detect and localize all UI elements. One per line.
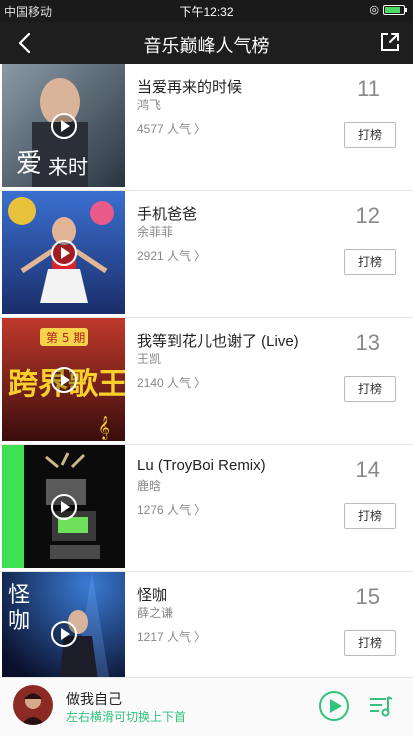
page-title: 音乐巅峰人气榜 — [143, 36, 270, 56]
popularity-count: 1276 人气 — [137, 503, 192, 517]
song-artist: 鹿晗 — [137, 479, 162, 493]
list-item[interactable]: Lu (TroyBoi Remix) 鹿晗 1276 人气〉 14 打榜 — [0, 445, 413, 572]
vote-button[interactable]: 打榜 — [344, 630, 396, 656]
share-icon[interactable] — [377, 29, 403, 55]
song-artist: 薛之谦 — [137, 606, 174, 620]
chevron-right-icon: 〉 — [194, 630, 207, 644]
song-title: 当爱再来的时候 — [137, 79, 243, 96]
rank-number: 14 — [355, 457, 380, 482]
battery-icon — [383, 4, 407, 15]
playlist-icon[interactable] — [367, 692, 395, 720]
rank-number: 13 — [355, 330, 380, 355]
svg-text:爱: 爱 — [16, 149, 42, 179]
list-item[interactable]: 爱 来时 当爱再来的时候 鸿飞 4577 人气〉 11 打榜 — [0, 64, 413, 191]
status-time: 下午12:32 — [179, 5, 234, 19]
lock-rotation-icon: ◎ — [369, 4, 379, 16]
list-item[interactable]: 手机爸爸 余菲菲 2921 人气〉 12 打榜 — [0, 191, 413, 318]
popularity-link[interactable]: 1276 人气〉 — [137, 501, 206, 518]
chart-list: 爱 来时 当爱再来的时候 鸿飞 4577 人气〉 11 打榜 手机爸爸 余菲菲 … — [0, 64, 413, 699]
now-playing-title: 做我自己 — [66, 691, 122, 707]
rank-number: 12 — [355, 203, 380, 228]
svg-text:怪: 怪 — [8, 583, 30, 608]
song-artist: 鸿飞 — [137, 98, 162, 112]
album-cover[interactable] — [2, 191, 125, 314]
rank-number: 11 — [357, 76, 380, 101]
song-title: 怪咖 — [137, 587, 168, 604]
album-cover[interactable]: 第 5 期 跨界歌王 𝄞 — [2, 318, 125, 441]
album-cover[interactable] — [2, 445, 125, 568]
popularity-link[interactable]: 2140 人气〉 — [137, 374, 206, 391]
status-bar: 中国移动 下午12:32 ◎ — [0, 0, 413, 22]
album-cover[interactable]: 爱 来时 — [2, 64, 125, 187]
chevron-right-icon: 〉 — [194, 122, 207, 136]
play-video-icon[interactable] — [50, 112, 77, 139]
popularity-count: 2921 人气 — [137, 249, 192, 263]
song-title: 手机爸爸 — [137, 206, 198, 223]
popularity-count: 4577 人气 — [137, 122, 192, 136]
status-icons: ◎ — [369, 3, 407, 16]
swipe-hint: 左右横滑可切换上下首 — [66, 710, 187, 724]
song-artist: 余菲菲 — [137, 225, 174, 239]
nav-bar: 音乐巅峰人气榜 — [0, 22, 413, 64]
vote-button[interactable]: 打榜 — [344, 249, 396, 275]
chevron-right-icon: 〉 — [194, 376, 207, 390]
popularity-count: 2140 人气 — [137, 376, 192, 390]
song-title: 我等到花儿也谢了 (Live) — [137, 333, 299, 350]
play-video-icon[interactable] — [50, 366, 77, 393]
song-title: Lu (TroyBoi Remix) — [137, 457, 266, 474]
svg-text:咖: 咖 — [8, 609, 30, 634]
popularity-link[interactable]: 4577 人气〉 — [137, 120, 206, 137]
mini-player[interactable]: 做我自己 左右横滑可切换上下首 — [0, 677, 413, 736]
now-playing-art-image — [13, 685, 53, 725]
vote-button[interactable]: 打榜 — [344, 376, 396, 402]
svg-text:𝄞: 𝄞 — [98, 415, 110, 440]
song-artist: 王凯 — [137, 352, 162, 366]
play-video-icon[interactable] — [50, 239, 77, 266]
popularity-count: 1217 人气 — [137, 630, 192, 644]
chevron-right-icon: 〉 — [194, 503, 207, 517]
popularity-link[interactable]: 2921 人气〉 — [137, 247, 206, 264]
svg-text:来时: 来时 — [48, 155, 88, 179]
now-playing-cover[interactable] — [13, 685, 53, 725]
chevron-right-icon: 〉 — [194, 249, 207, 263]
vote-button[interactable]: 打榜 — [344, 122, 396, 148]
list-item[interactable]: 第 5 期 跨界歌王 𝄞 我等到花儿也谢了 (Live) 王凯 2140 人气〉… — [0, 318, 413, 445]
play-video-icon[interactable] — [50, 620, 77, 647]
play-video-icon[interactable] — [50, 493, 77, 520]
vote-button[interactable]: 打榜 — [344, 503, 396, 529]
popularity-link[interactable]: 1217 人气〉 — [137, 628, 206, 645]
rank-number: 15 — [355, 584, 380, 609]
play-icon[interactable] — [318, 690, 350, 722]
svg-text:第 5 期: 第 5 期 — [46, 331, 85, 345]
